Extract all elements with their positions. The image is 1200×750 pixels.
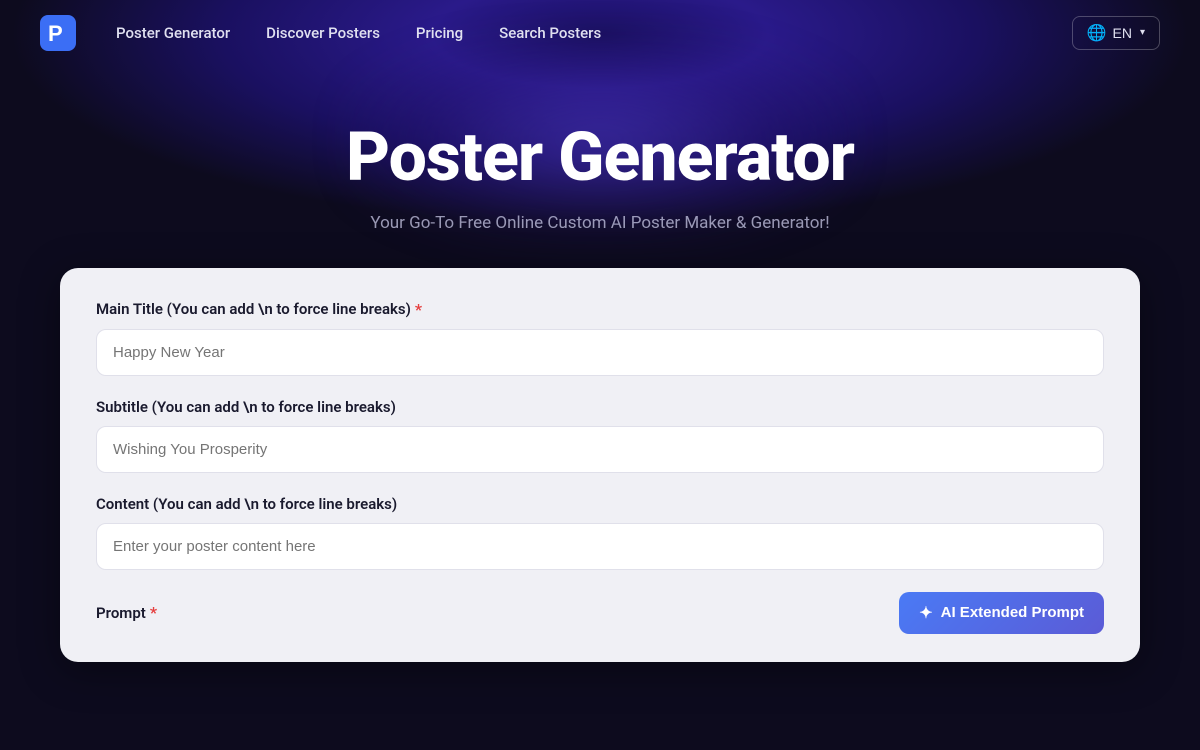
main-title-label: Main Title (You can add \n to force line… (96, 300, 1104, 319)
prompt-label: Prompt * (96, 603, 157, 622)
hero-subtitle: Your Go-To Free Online Custom AI Poster … (20, 213, 1180, 233)
hero-title: Poster Generator (20, 120, 1180, 195)
nav-links: Poster Generator Discover Posters Pricin… (116, 24, 1072, 42)
prompt-row: Prompt * ✦ AI Extended Prompt (96, 592, 1104, 634)
logo[interactable]: P (40, 15, 76, 51)
chevron-down-icon: ▾ (1140, 27, 1145, 38)
content-group: Content (You can add \n to force line br… (96, 495, 1104, 570)
nav-pricing[interactable]: Pricing (416, 24, 463, 42)
ai-icon: ✦ (919, 603, 932, 623)
globe-icon: 🌐 (1087, 23, 1107, 43)
nav-poster-generator[interactable]: Poster Generator (116, 24, 230, 42)
subtitle-group: Subtitle (You can add \n to force line b… (96, 398, 1104, 473)
ai-button-label: AI Extended Prompt (941, 604, 1084, 621)
nav-search-posters[interactable]: Search Posters (499, 24, 601, 42)
language-selector[interactable]: 🌐 EN ▾ (1072, 16, 1160, 50)
nav-discover-posters[interactable]: Discover Posters (266, 24, 380, 42)
navbar: P Poster Generator Discover Posters Pric… (0, 0, 1200, 65)
main-title-input[interactable] (96, 329, 1104, 376)
subtitle-label: Subtitle (You can add \n to force line b… (96, 398, 1104, 416)
content-label: Content (You can add \n to force line br… (96, 495, 1104, 513)
svg-text:P: P (48, 21, 63, 46)
main-title-group: Main Title (You can add \n to force line… (96, 300, 1104, 376)
prompt-required-indicator: * (150, 603, 157, 622)
content-input[interactable] (96, 523, 1104, 570)
ai-extended-prompt-button[interactable]: ✦ AI Extended Prompt (899, 592, 1104, 634)
required-indicator: * (415, 300, 422, 319)
form-card: Main Title (You can add \n to force line… (60, 268, 1140, 662)
subtitle-input[interactable] (96, 426, 1104, 473)
language-code: EN (1113, 25, 1132, 41)
hero-section: Poster Generator Your Go-To Free Online … (0, 65, 1200, 233)
